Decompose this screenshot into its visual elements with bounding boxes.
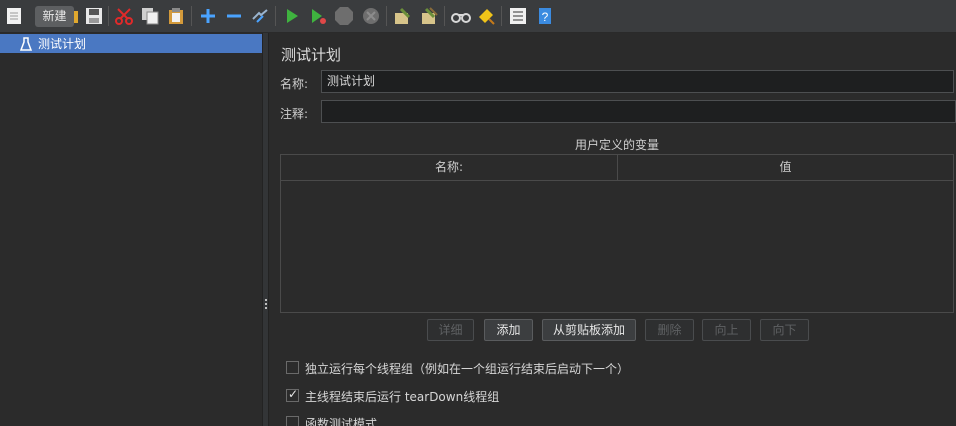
- functional-mode-checkbox[interactable]: [286, 416, 299, 426]
- page-title: 测试计划: [281, 46, 342, 64]
- tree-item-label: 测试计划: [38, 37, 87, 51]
- expand-icon[interactable]: [198, 6, 218, 26]
- teardown-on-shutdown-checkbox[interactable]: [286, 387, 299, 402]
- variables-table[interactable]: 名称: 值: [280, 154, 954, 313]
- test-plan-icon: [20, 36, 32, 51]
- save-icon[interactable]: [84, 6, 104, 26]
- name-label: 名称:: [280, 77, 309, 91]
- detail-button[interactable]: 详细: [427, 319, 474, 341]
- splitter[interactable]: [262, 33, 269, 426]
- shutdown-icon[interactable]: [361, 6, 381, 26]
- cut-icon[interactable]: [114, 6, 134, 26]
- toggle-icon[interactable]: [250, 6, 270, 26]
- column-header-name[interactable]: 名称:: [281, 155, 618, 180]
- teardown-on-shutdown-label: 主线程结束后运行 tearDown线程组: [305, 390, 500, 404]
- copy-icon[interactable]: [140, 6, 160, 26]
- delete-button[interactable]: 删除: [645, 319, 694, 341]
- serialize-threadgroups-checkbox[interactable]: [286, 361, 299, 374]
- test-plan-tree: 测试计划: [0, 33, 262, 426]
- serialize-threadgroups-label: 独立运行每个线程组（例如在一个组运行结束后启动下一个）: [305, 362, 630, 376]
- function-helper-icon[interactable]: [508, 6, 528, 26]
- stop-icon[interactable]: [334, 6, 354, 26]
- toolbar: 新建 ?: [0, 0, 956, 33]
- paste-icon[interactable]: [166, 6, 186, 26]
- search-icon[interactable]: [451, 6, 471, 26]
- clear-all-icon[interactable]: [419, 6, 439, 26]
- splitter-grip-icon[interactable]: [265, 299, 267, 311]
- new-file-icon[interactable]: [4, 6, 24, 26]
- svg-text:?: ?: [542, 10, 549, 24]
- start-icon[interactable]: [282, 6, 302, 26]
- test-plan-panel: 测试计划 名称: 测试计划 注释: 用户定义的变量 名称: 值 详细 添加 从剪…: [269, 33, 956, 426]
- move-down-button[interactable]: 向下: [760, 319, 809, 341]
- comment-field[interactable]: [321, 100, 956, 123]
- table-header: 名称: 值: [281, 155, 953, 181]
- move-up-button[interactable]: 向上: [702, 319, 751, 341]
- name-field[interactable]: 测试计划: [321, 70, 954, 93]
- add-from-clipboard-button[interactable]: 从剪贴板添加: [542, 319, 636, 341]
- start-no-pauses-icon[interactable]: [308, 6, 328, 26]
- tree-item-test-plan[interactable]: 测试计划: [0, 34, 262, 53]
- reset-search-icon[interactable]: [476, 6, 496, 26]
- functional-mode-label: 函数测试模式: [305, 417, 378, 426]
- collapse-icon[interactable]: [224, 6, 244, 26]
- add-button[interactable]: 添加: [484, 319, 533, 341]
- new-tooltip: 新建: [35, 6, 74, 27]
- column-header-value[interactable]: 值: [618, 155, 953, 180]
- clear-icon[interactable]: [392, 6, 412, 26]
- variables-title: 用户定义的变量: [574, 138, 659, 152]
- comment-label: 注释:: [280, 107, 309, 121]
- help-icon[interactable]: ?: [535, 6, 555, 26]
